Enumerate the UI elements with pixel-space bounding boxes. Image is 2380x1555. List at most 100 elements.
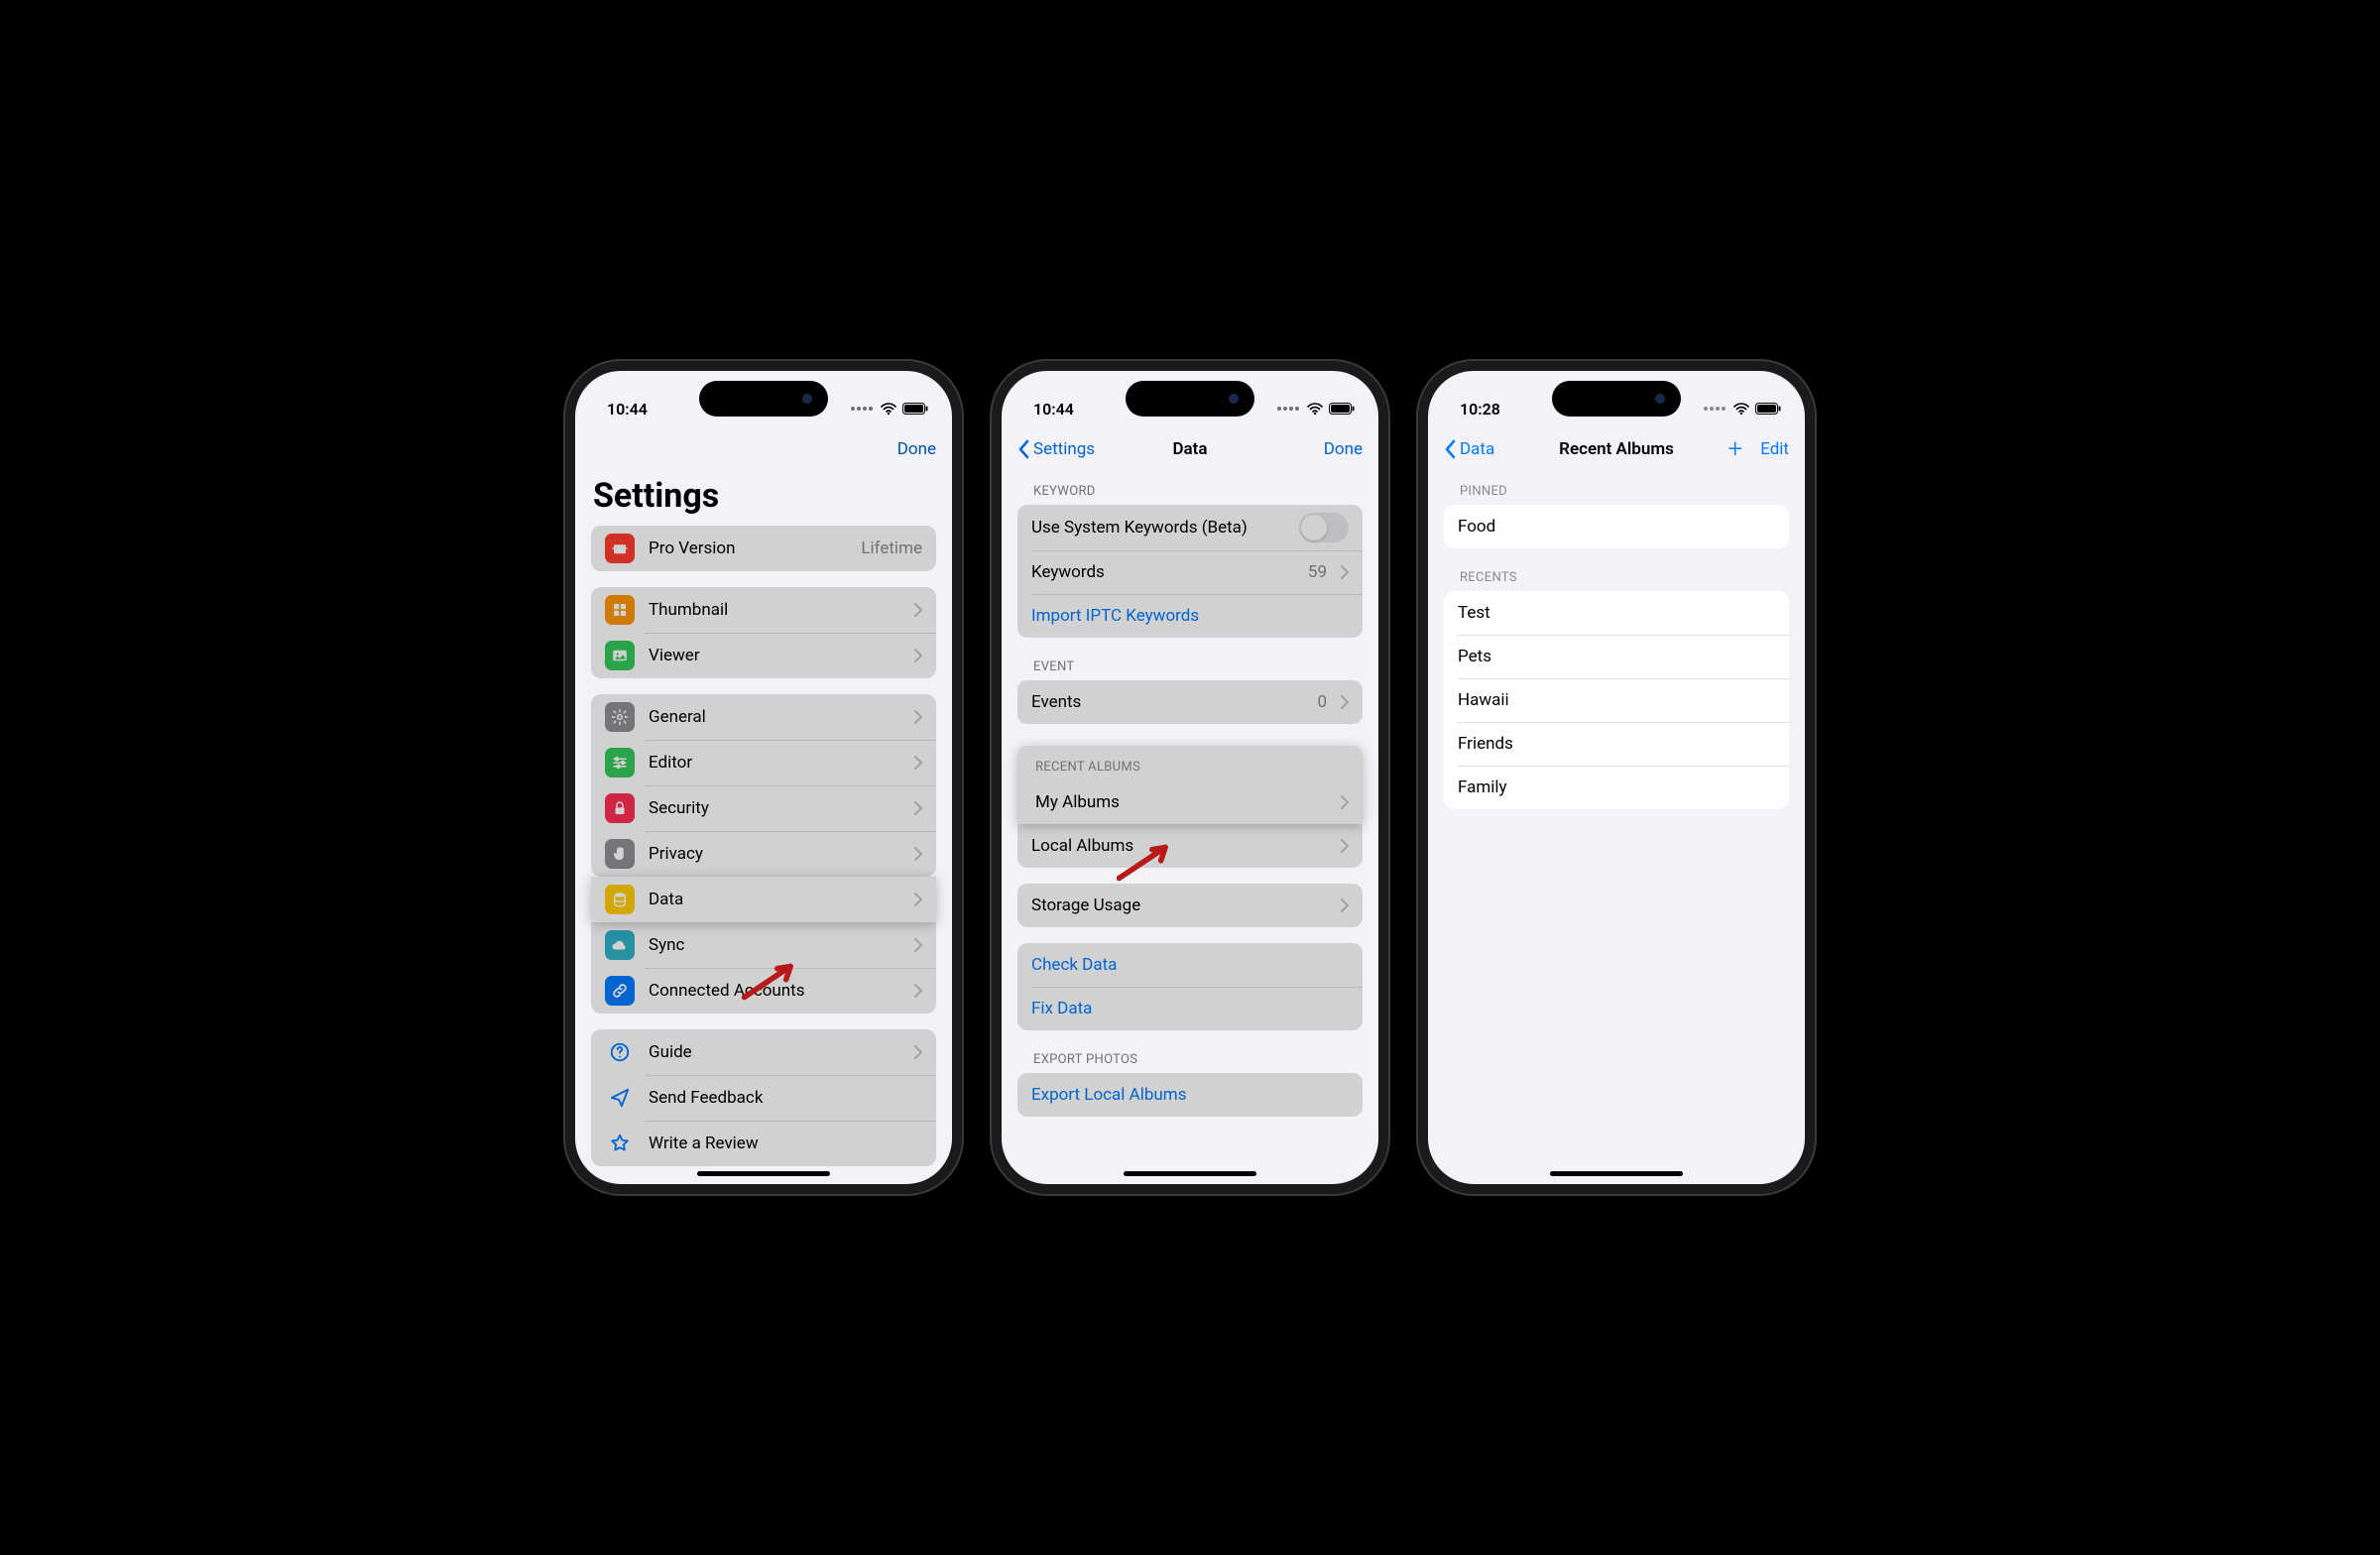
phone-data: 10:44 Settings Data Done Keyword Use Sys… <box>992 361 1388 1194</box>
row-editor[interactable]: Editor <box>591 740 936 785</box>
status-time: 10:28 <box>1460 400 1500 419</box>
row-recent-album[interactable]: Friends <box>1444 722 1789 766</box>
home-indicator[interactable] <box>697 1171 830 1176</box>
instruction-arrow <box>1117 843 1172 883</box>
phone-recent-albums: 10:28 Data Recent Albums + Edit Pinned F… <box>1418 361 1815 1194</box>
section-header: Export Photos <box>1002 1030 1378 1073</box>
link-icon <box>605 976 635 1006</box>
send-icon <box>605 1083 635 1113</box>
row-send-feedback[interactable]: Send Feedback <box>591 1075 936 1121</box>
row-fix-data[interactable]: Fix Data <box>1017 987 1363 1030</box>
section-header: Pinned <box>1428 472 1805 505</box>
home-indicator[interactable] <box>1124 1171 1256 1176</box>
toggle-system-keywords[interactable] <box>1299 513 1349 542</box>
status-indicators <box>1277 402 1355 416</box>
row-general[interactable]: General <box>591 694 936 740</box>
section-header: Recent Albums <box>1017 746 1363 780</box>
battery-icon <box>1755 403 1781 415</box>
section-header: Recents <box>1428 548 1805 591</box>
row-pro-version[interactable]: Pro Version Lifetime <box>591 526 936 571</box>
done-button[interactable]: Done <box>897 439 936 459</box>
cloud-icon <box>605 930 635 960</box>
row-value: Lifetime <box>861 538 922 558</box>
battery-icon <box>1329 403 1355 415</box>
row-import-keywords[interactable]: Import IPTC Keywords <box>1017 594 1363 638</box>
database-icon <box>605 885 635 914</box>
chevron-icon <box>914 756 922 770</box>
chevron-icon <box>1341 839 1349 853</box>
wifi-icon <box>881 402 896 416</box>
row-system-keywords[interactable]: Use System Keywords (Beta) <box>1017 505 1363 550</box>
home-indicator[interactable] <box>1550 1171 1683 1176</box>
row-privacy[interactable]: Privacy <box>591 831 936 877</box>
battery-icon <box>902 403 928 415</box>
viewer-icon <box>605 641 635 670</box>
chevron-icon <box>1341 898 1349 912</box>
row-recent-album[interactable]: Family <box>1444 766 1789 809</box>
help-icon <box>605 1037 635 1067</box>
chevron-icon <box>1341 795 1349 809</box>
row-storage-usage[interactable]: Storage Usage <box>1017 884 1363 927</box>
row-my-albums[interactable]: My Albums <box>1017 780 1363 824</box>
row-recent-album[interactable]: Test <box>1444 591 1789 635</box>
row-write-review[interactable]: Write a Review <box>591 1121 936 1166</box>
row-guide[interactable]: Guide <box>591 1029 936 1075</box>
dynamic-island <box>1552 381 1681 417</box>
cellular-icon <box>1277 407 1299 411</box>
chevron-icon <box>914 938 922 952</box>
hand-icon <box>605 839 635 869</box>
status-indicators <box>1704 402 1781 416</box>
row-recent-album[interactable]: Hawaii <box>1444 678 1789 722</box>
chevron-icon <box>914 603 922 617</box>
phone-settings: 10:44 Done Settings Pro Version Lifetime… <box>565 361 962 1194</box>
row-recent-album[interactable]: Pets <box>1444 635 1789 678</box>
cellular-icon <box>851 407 873 411</box>
dynamic-island <box>1126 381 1254 417</box>
navbar: Data Recent Albums + Edit <box>1428 426 1805 472</box>
chevron-icon <box>1341 565 1349 579</box>
chevron-icon <box>914 893 922 906</box>
section-header: Event <box>1002 638 1378 680</box>
row-check-data[interactable]: Check Data <box>1017 943 1363 987</box>
status-indicators <box>851 402 928 416</box>
chevron-icon <box>914 710 922 724</box>
pro-icon <box>605 534 635 563</box>
wifi-icon <box>1307 402 1323 416</box>
status-time: 10:44 <box>1033 400 1074 419</box>
row-events[interactable]: Events 0 <box>1017 680 1363 724</box>
row-viewer[interactable]: Viewer <box>591 633 936 678</box>
row-thumbnail[interactable]: Thumbnail <box>591 587 936 633</box>
row-label: Pro Version <box>649 538 847 558</box>
chevron-icon <box>914 847 922 861</box>
row-local-albums[interactable]: Local Albums <box>1017 824 1363 868</box>
chevron-icon <box>1341 695 1349 709</box>
dynamic-island <box>699 381 828 417</box>
add-button[interactable]: + <box>1728 436 1743 462</box>
chevron-icon <box>914 984 922 998</box>
row-security[interactable]: Security <box>591 785 936 831</box>
wifi-icon <box>1733 402 1749 416</box>
chevron-icon <box>914 801 922 815</box>
gear-icon <box>605 702 635 732</box>
navbar: Done <box>575 426 952 472</box>
section-header: Keyword <box>1002 472 1378 505</box>
status-time: 10:44 <box>607 400 648 419</box>
sliders-icon <box>605 748 635 778</box>
chevron-icon <box>914 1045 922 1059</box>
done-button[interactable]: Done <box>1324 439 1363 459</box>
back-button[interactable]: Data <box>1444 439 1494 459</box>
instruction-arrow <box>742 962 797 1002</box>
chevron-icon <box>914 649 922 662</box>
edit-button[interactable]: Edit <box>1760 439 1789 459</box>
row-keywords[interactable]: Keywords 59 <box>1017 550 1363 594</box>
row-pinned-album[interactable]: Food <box>1444 505 1789 548</box>
cellular-icon <box>1704 407 1726 411</box>
star-icon <box>605 1129 635 1158</box>
lock-icon <box>605 793 635 823</box>
navbar: Settings Data Done <box>1002 426 1378 472</box>
back-button[interactable]: Settings <box>1017 439 1095 459</box>
row-data[interactable]: Data <box>591 877 936 922</box>
page-title: Settings <box>575 472 952 526</box>
thumbnail-icon <box>605 595 635 625</box>
row-export-local-albums[interactable]: Export Local Albums <box>1017 1073 1363 1117</box>
